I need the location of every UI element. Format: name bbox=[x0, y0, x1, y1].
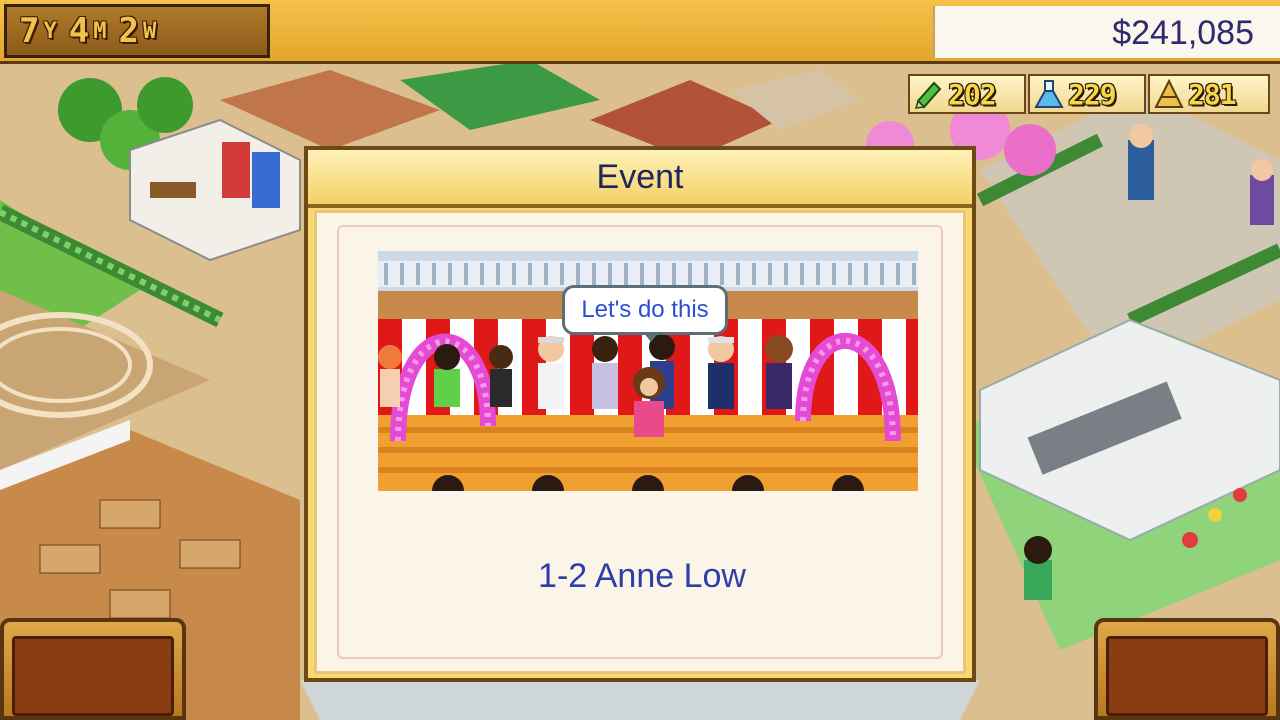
event-dialog-body: Let's do this 1-2 Anne Low bbox=[314, 210, 966, 674]
event-dialog-title: Event bbox=[596, 158, 684, 196]
stat-culture-value: 281 bbox=[1188, 77, 1237, 111]
event-dialog-frame: Let's do this 1-2 Anne Low bbox=[337, 225, 943, 659]
left-menu-button-face bbox=[12, 636, 174, 716]
funds-display: $241,085 bbox=[933, 6, 1280, 58]
date-weeks-unit: W bbox=[142, 18, 157, 44]
speech-bubble-tail bbox=[643, 332, 659, 342]
ceremony-scene: Let's do this bbox=[378, 251, 918, 491]
left-menu-button[interactable] bbox=[0, 618, 186, 720]
date-years-unit: Y bbox=[43, 18, 57, 44]
stat-study-value: 202 bbox=[948, 77, 997, 111]
event-dialog-header: Event bbox=[308, 150, 972, 208]
date-weeks: 2 bbox=[118, 11, 139, 51]
pyramid-icon bbox=[1154, 78, 1184, 109]
date-years: 7 bbox=[19, 11, 40, 51]
right-menu-button-face bbox=[1106, 636, 1268, 716]
stat-science: 229 bbox=[1028, 74, 1146, 114]
right-menu-button[interactable] bbox=[1094, 618, 1280, 720]
date-months-unit: M bbox=[93, 18, 107, 44]
speech-bubble-text: Let's do this bbox=[581, 296, 709, 323]
date-months: 4 bbox=[68, 11, 90, 51]
flask-icon bbox=[1034, 79, 1064, 109]
stat-science-value: 229 bbox=[1068, 77, 1117, 111]
event-student-name: 1-2 Anne Low bbox=[538, 557, 746, 595]
stat-study: 202 bbox=[908, 74, 1026, 114]
game-date: 7 Y 4 M 2 W bbox=[4, 4, 270, 58]
speech-bubble: Let's do this bbox=[562, 285, 728, 342]
top-bar: 7 Y 4 M 2 W $241,085 bbox=[0, 0, 1280, 64]
event-dialog[interactable]: Event Let's do this 1-2 Anne Low bbox=[304, 146, 976, 682]
pencil-icon bbox=[914, 79, 944, 109]
school-stats: 202 229 281 bbox=[908, 74, 1270, 114]
stat-culture: 281 bbox=[1148, 74, 1270, 114]
funds-amount: $241,085 bbox=[1112, 14, 1254, 52]
